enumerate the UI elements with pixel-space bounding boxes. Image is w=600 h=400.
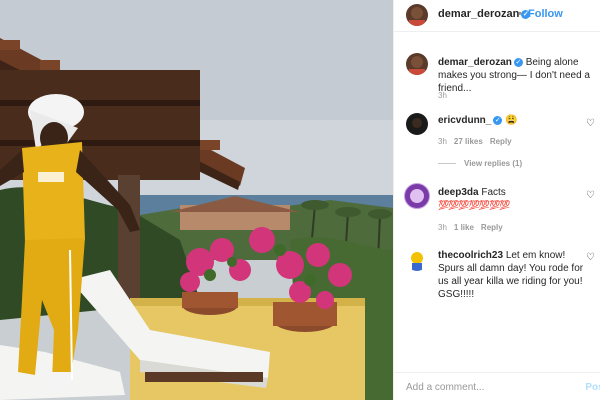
follow-button[interactable]: Follow — [528, 8, 563, 20]
comment-time: 3h — [438, 137, 447, 146]
like-heart-icon[interactable]: ♡ — [586, 190, 595, 201]
post-button[interactable]: Post — [585, 382, 600, 393]
comment-likes[interactable]: 1 like — [454, 223, 474, 232]
avatar-face-icon — [409, 7, 425, 26]
caption-username[interactable]: demar_derozan — [438, 57, 512, 68]
comment-username[interactable]: thecoolrich23 — [438, 250, 503, 261]
verified-badge-icon: ✓ — [513, 57, 523, 67]
verified-badge-icon: ✓ — [493, 115, 503, 125]
comment-text: ericvdunn_ ✓ 😩 — [438, 114, 598, 127]
reply-button[interactable]: Reply — [490, 137, 512, 146]
comment-meta: 3h 1 like Reply — [438, 223, 503, 232]
view-replies-button[interactable]: View replies (1) — [438, 159, 522, 168]
comment-body: 😩 — [505, 115, 518, 126]
avatar-face-icon — [410, 189, 424, 203]
comment-time: 3h — [438, 223, 447, 232]
comment-composer: Add a comment... Post — [394, 372, 600, 400]
add-comment-input[interactable]: Add a comment... — [406, 382, 484, 393]
avatar-face-icon — [412, 118, 422, 128]
reply-button[interactable]: Reply — [481, 223, 503, 232]
comment-username[interactable]: deep3da — [438, 187, 479, 198]
post-header: demar_derozan ✓ • Follow — [394, 0, 600, 32]
caption-text: demar_derozan ✓ Being alone makes you str… — [438, 56, 598, 95]
comment-likes[interactable]: 27 likes — [454, 137, 483, 146]
caption-avatar[interactable] — [406, 53, 428, 75]
comment-meta: 3h 27 likes Reply — [438, 137, 512, 146]
author-avatar[interactable] — [406, 4, 428, 26]
post-photo[interactable] — [0, 0, 393, 400]
comment-avatar[interactable] — [404, 183, 430, 209]
like-heart-icon[interactable]: ♡ — [586, 118, 595, 129]
like-heart-icon[interactable]: ♡ — [586, 252, 595, 263]
cartoon-avatar-icon — [411, 252, 423, 271]
caption-time: 3h — [438, 91, 447, 100]
post-photo-illustration — [0, 0, 393, 400]
author-username-text[interactable]: demar_derozan — [438, 8, 519, 20]
comment-text: thecoolrich23 Let em know! Spurs all dam… — [438, 249, 588, 301]
comments-panel: demar_derozan ✓ • Follow demar_derozan ✓ B… — [393, 0, 600, 400]
comment-text: deep3da Facts — [438, 186, 598, 199]
author-username[interactable]: demar_derozan ✓ — [438, 8, 531, 20]
comment-avatar[interactable] — [406, 113, 428, 135]
header-separator: • — [518, 8, 522, 20]
view-replies-label[interactable]: View replies (1) — [464, 159, 522, 168]
view-replies-line — [438, 163, 456, 165]
emoji-row: 💯💯💯💯💯💯💯 — [438, 200, 510, 210]
comment-username[interactable]: ericvdunn_ — [438, 115, 491, 126]
comment-avatar[interactable] — [406, 249, 428, 271]
comment-body: Facts — [481, 187, 506, 198]
avatar-face-icon — [409, 56, 425, 75]
